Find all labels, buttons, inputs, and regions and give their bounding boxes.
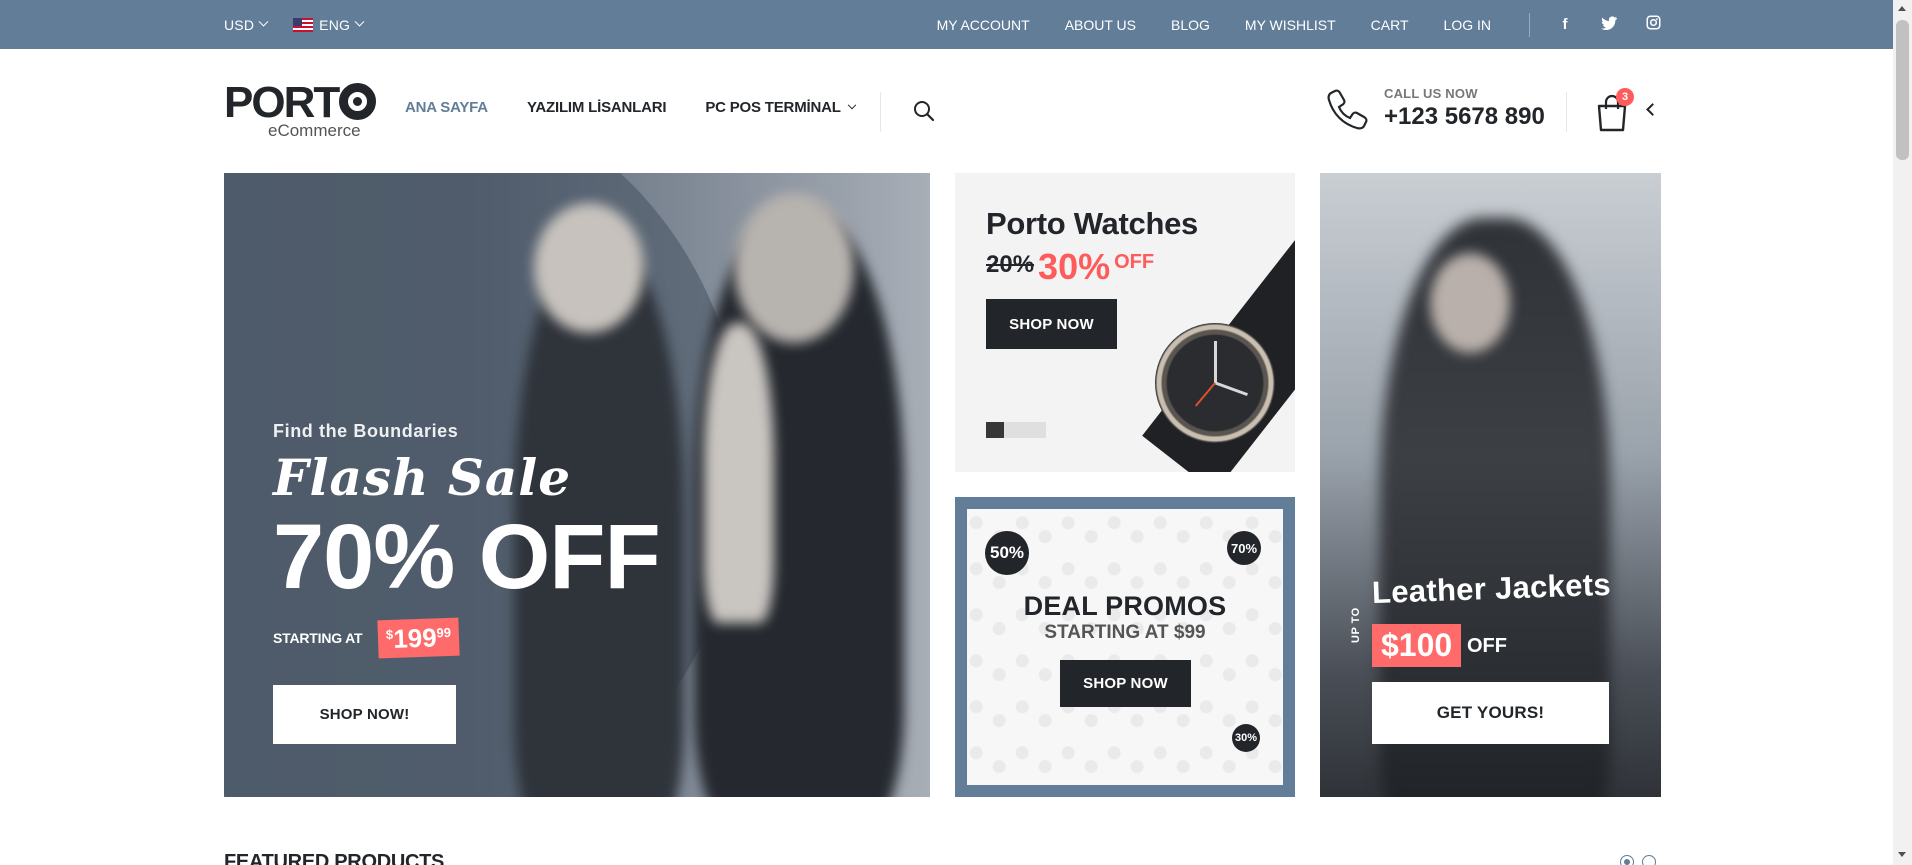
- nav-item-label: PC POS TERMİNAL: [705, 99, 841, 116]
- watch-hand: [1214, 341, 1217, 383]
- currency-selector[interactable]: USD: [224, 16, 269, 33]
- divider: [1566, 92, 1567, 132]
- divider: [880, 92, 881, 132]
- flash-headline: 70% OFF: [273, 506, 661, 608]
- old-discount: 20%: [986, 251, 1035, 278]
- cart-button[interactable]: 3: [1594, 88, 1634, 133]
- flash-title: Flash Sale: [273, 448, 572, 507]
- logo-word: PORT: [224, 78, 340, 127]
- banner-figure-woman-head: [534, 203, 644, 333]
- flash-price-tag: $ 199 99: [377, 617, 461, 659]
- brand-logo: [986, 422, 1046, 438]
- starting-at-label: STARTING AT: [273, 630, 363, 646]
- facebook-icon[interactable]: f: [1556, 16, 1574, 33]
- off-label: OFF: [1114, 251, 1155, 273]
- flash-kicker: Find the Boundaries: [273, 421, 459, 441]
- search-icon: [914, 101, 935, 122]
- badge-30: 30%: [1232, 724, 1260, 752]
- model-face-image: [1430, 253, 1510, 353]
- up-to-label: UP TO: [1350, 607, 1362, 643]
- price-cents: 99: [436, 624, 452, 641]
- badge-70: 70%: [1227, 531, 1261, 565]
- price-amount: 199: [393, 622, 438, 654]
- chevron-left-icon[interactable]: [1646, 103, 1659, 116]
- carousel-dot[interactable]: [1642, 855, 1656, 865]
- banner-figure-man-head: [734, 193, 854, 343]
- currency-label: USD: [224, 16, 255, 33]
- featured-products-heading: FEATURED PRODUCTS: [224, 851, 445, 865]
- get-yours-button[interactable]: GET YOURS!: [1372, 682, 1609, 744]
- shop-now-deals-button[interactable]: SHOP NOW: [1060, 660, 1191, 707]
- leather-jackets-banner[interactable]: Leather Jackets UP TO $100 OFF GET YOURS…: [1320, 173, 1661, 797]
- language-selector[interactable]: ENG: [293, 16, 365, 33]
- logo-subtitle: eCommerce: [268, 121, 361, 140]
- main-nav: ANA SAYFA YAZILIM LİSANLARI PC POS TERMİ…: [405, 99, 856, 116]
- chevron-down-icon: [354, 16, 365, 27]
- porto-logo[interactable]: PORT eCommerce: [224, 78, 377, 140]
- scroll-up-arrow-icon[interactable]: [1898, 6, 1906, 11]
- us-flag-icon: [293, 17, 314, 32]
- new-discount: 30%: [1038, 246, 1111, 287]
- twitter-icon[interactable]: [1600, 16, 1618, 34]
- logo-o-mark: [339, 83, 377, 120]
- flash-sale-banner[interactable]: Find the Boundaries Flash Sale 70% OFF S…: [224, 173, 930, 797]
- instagram-icon[interactable]: [1644, 15, 1662, 34]
- log-in-link[interactable]: LOG IN: [1444, 17, 1491, 33]
- blog-link[interactable]: BLOG: [1171, 17, 1210, 33]
- watches-discount: 20% 30% OFF: [986, 247, 1154, 287]
- cart-count-badge: 3: [1616, 88, 1634, 106]
- my-wishlist-link[interactable]: MY WISHLIST: [1245, 17, 1336, 33]
- shop-now-watches-button[interactable]: SHOP NOW: [986, 299, 1117, 349]
- about-us-link[interactable]: ABOUT US: [1065, 17, 1136, 33]
- watches-banner[interactable]: Porto Watches 20% 30% OFF SHOP NOW: [955, 173, 1295, 472]
- deals-title: DEAL PROMOS: [1023, 591, 1227, 621]
- nav-item-ana-sayfa[interactable]: ANA SAYFA: [405, 99, 488, 116]
- top-bar: USD ENG MY ACCOUNT ABOUT US BLOG MY WISH…: [0, 0, 1912, 49]
- call-us-label: CALL US NOW: [1384, 86, 1478, 101]
- chevron-down-icon: [847, 100, 856, 109]
- deals-subtitle: STARTING AT $99: [1044, 622, 1206, 643]
- deal-promos-banner[interactable]: 50% 70% 30% DEAL PROMOS STARTING AT $99 …: [955, 497, 1295, 797]
- call-us: CALL US NOW +123 5678 890: [1384, 86, 1545, 131]
- language-label: ENG: [319, 16, 351, 33]
- scrollbar-thumb[interactable]: [1896, 20, 1909, 160]
- page-scrollbar[interactable]: [1893, 0, 1912, 865]
- divider: [1529, 12, 1530, 37]
- jackets-off-label: OFF: [1467, 635, 1507, 657]
- carousel-dots: [1620, 855, 1656, 865]
- shop-now-flash-button[interactable]: SHOP NOW!: [273, 685, 456, 744]
- banner-figure-arm: [704, 323, 774, 623]
- scroll-down-arrow-icon[interactable]: [1898, 852, 1906, 857]
- chevron-down-icon: [258, 16, 269, 27]
- search-button[interactable]: [912, 99, 936, 123]
- badge-50: 50%: [985, 531, 1029, 575]
- nav-item-pc-pos-terminal[interactable]: PC POS TERMİNAL: [705, 99, 856, 116]
- jackets-price: $100: [1372, 624, 1462, 667]
- my-account-link[interactable]: MY ACCOUNT: [937, 17, 1030, 33]
- watches-title: Porto Watches: [986, 206, 1198, 241]
- cart-link[interactable]: CART: [1371, 17, 1409, 33]
- main-header: PORT eCommerce ANA SAYFA YAZILIM LİSANLA…: [224, 49, 1662, 173]
- phone-icon: [1327, 89, 1368, 130]
- nav-item-yazilim-lisanlari[interactable]: YAZILIM LİSANLARI: [527, 99, 667, 116]
- carousel-dot-active[interactable]: [1620, 855, 1634, 865]
- phone-number[interactable]: +123 5678 890: [1384, 103, 1545, 131]
